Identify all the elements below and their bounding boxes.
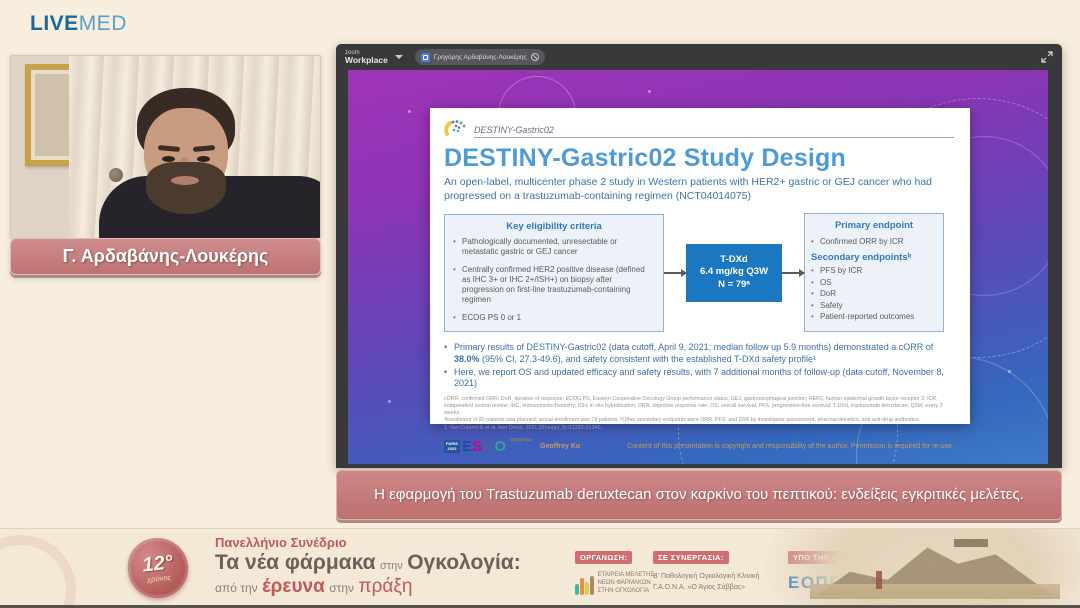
slide-bullets: Primary results of DESTINY-Gastric02 (da… [444,342,954,390]
flow-arrow [782,272,804,274]
zoom-window: zoom Workplace Γρηγόρης Αρδαβάνης-Λουκέρ… [336,44,1062,468]
presenter-name: Γ. Αρδαβάνης-Λουκέρης [63,246,269,267]
livemed-logo-med: MED [79,12,127,35]
list-item: Confirmed ORR by ICR [811,237,937,247]
collaboration-block: ΣΕ ΣΥΝΕΡΓΑΣΙΑ: Β' Παθολογική Ογκολογική … [653,547,759,593]
share-tab-label: Γρηγόρης Αρδαβάνης-Λουκέρης [434,54,527,61]
caption-text: Η εφαρμογή του Trastuzumab deruxtecan στ… [374,484,1024,506]
esmo-congress-logo: PARIS 2022 ESMO congress [444,437,506,456]
presenter-name-plate: Γ. Αρδαβάνης-Λουκέρης [10,238,321,275]
footnote: 1. Van Cutsem E et al. Ann Oncol. 2021;3… [444,425,954,432]
org-name: ΕΤΑΙΡΕΙΑ ΜΕΛΕΤΗΣ ΝΕΩΝ ΦΑΡΜΑΚΩΝ ΣΤΗΝ ΟΓΚΟ… [598,571,655,595]
caption-bar: Η εφαρμογή του Trastuzumab deruxtecan στ… [336,470,1062,520]
list-item: Patient-reported outcomes [811,312,937,322]
collab-name: Β' Παθολογική Ογκολογική Κλινική Γ.Α.Ο.Ν… [653,572,759,593]
list-item: OS [811,278,937,288]
slide-footnotes: cORR, confirmed ORR; DoR, duration of re… [444,396,954,432]
flow-arrow [664,272,686,274]
treatment-line: T-DXd [688,254,780,267]
slide-footer-row: PARIS 2022 ESMO congress Geoffrey Ku Con… [444,437,954,456]
eligibility-title: Key eligibility criteria [453,221,655,233]
paris-2022-badge: PARIS 2022 [444,440,460,454]
slide-card: DESTINY-Gastric02 DESTINY-Gastric02 Stud… [430,108,970,424]
treatment-box: T-DXd 6.4 mg/kg Q3W N = 79ᵃ [686,244,782,302]
slide-title: DESTINY-Gastric02 Study Design [444,144,954,173]
conference-kind: Πανελλήνιο Συνέδριο [215,536,521,551]
conference-title: Πανελλήνιο Συνέδριο Τα νέα φάρμακα στην … [215,536,521,598]
list-item: Centrally confirmed HER2 positive diseas… [453,265,655,305]
secondary-endpoints-title: Secondary endpointsᵇ [811,252,937,264]
zoom-topbar: zoom Workplace Γρηγόρης Αρδαβάνης-Λουκέρ… [336,44,1062,70]
footnote: ᵃEnrollment of 80 patients was planned; … [444,417,954,424]
organizer-block: ΟΡΓΑΝΩΣΗ: ΕΤΑΙΡΕΙΑ ΜΕΛΕΤΗΣ ΝΕΩΝ ΦΑΡΜΑΚΩΝ… [575,547,654,595]
study-brand: DESTINY-Gastric02 [444,118,954,138]
fullscreen-icon[interactable] [1041,51,1053,63]
stop-share-icon[interactable] [531,53,539,61]
org-badge: ΟΡΓΑΝΩΣΗ: [575,551,632,564]
footer-deco-arc [0,535,76,608]
screen-share-icon [421,53,430,62]
slide-subtitle: An open-label, multicenter phase 2 study… [444,176,934,203]
chevron-down-icon[interactable] [395,55,403,59]
org-logo-icon [575,576,594,595]
seal-word: χρόνος [147,572,172,583]
key-bullet-1: Primary results of DESTINY-Gastric02 (da… [444,342,954,365]
collab-badge: ΣΕ ΣΥΝΕΡΓΑΣΙΑ: [653,551,729,564]
key-bullet-2: Here, we report OS and updated efficacy … [444,367,954,390]
study-design-diagram: Key eligibility criteria Pathologically … [444,213,954,332]
copyright-note: Content of this presentation is copyrigh… [627,443,954,450]
list-item: DoR [811,289,937,299]
webcam-video [10,55,321,239]
footer: 12° χρόνος Πανελλήνιο Συνέδριο Τα νέα φά… [0,528,1080,608]
curtain-tieback [109,168,123,182]
treatment-line: N = 79ᵃ [688,279,780,292]
livemed-logo: LIVEMED [30,12,127,36]
slide: DESTINY-Gastric02 DESTINY-Gastric02 Stud… [348,70,1048,464]
author-credit: Geoffrey Ku [540,443,580,450]
list-item: ECOG PS 0 or 1 [453,313,655,323]
conference-name-1: Τα νέα φάρμακα [215,551,376,574]
eligibility-box: Key eligibility criteria Pathologically … [444,214,664,332]
footnote: cORR, confirmed ORR; DoR, duration of re… [444,396,954,417]
list-item: PFS by ICR [811,266,937,276]
footer-artwork [790,529,1080,605]
list-item: Pathologically documented, unresectable … [453,237,655,257]
study-brand-icon [444,118,468,138]
conference-name-2: Ογκολογία: [407,551,521,574]
study-brand-label: DESTINY-Gastric02 [474,125,954,138]
list-item: Safety [811,301,937,311]
share-tab[interactable]: Γρηγόρης Αρδαβάνης-Λουκέρης [415,49,545,65]
zoom-app-menu[interactable]: zoom Workplace [345,50,388,65]
workplace-wordmark: Workplace [345,56,388,65]
anniversary-seal: 12° χρόνος [125,535,191,601]
congress-label: congress [510,437,532,443]
treatment-line: 6.4 mg/kg Q3W [688,266,780,279]
endpoints-box: Primary endpoint Confirmed ORR by ICR Se… [804,213,944,332]
livemed-logo-live: LIVE [30,12,79,35]
primary-endpoint-title: Primary endpoint [811,220,937,232]
